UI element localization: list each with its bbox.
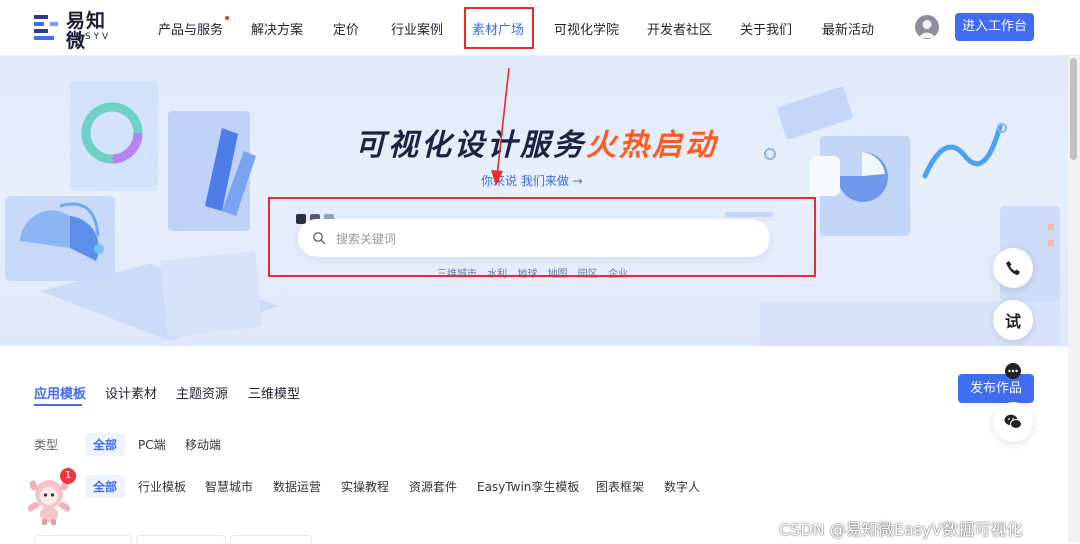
category-option-chart-frames[interactable]: 图表框架 bbox=[596, 478, 644, 495]
logo-text-cn: 易知微 bbox=[66, 10, 107, 52]
type-option-all[interactable]: 全部 bbox=[85, 433, 126, 456]
trial-label: 试 bbox=[1004, 312, 1021, 331]
logo-text-en: EASYV bbox=[67, 32, 112, 42]
nav-events[interactable]: 最新活动 bbox=[822, 19, 874, 38]
hero-title-main: 可视化设计服务 bbox=[355, 128, 586, 163]
category-option-data-ops[interactable]: 数据运营 bbox=[273, 478, 321, 495]
enter-workspace-button[interactable]: 进入工作台 bbox=[955, 13, 1034, 41]
nav-academy[interactable]: 可视化学院 bbox=[554, 19, 619, 38]
nav-cases[interactable]: 行业案例 bbox=[391, 19, 443, 38]
logo[interactable]: 易知微 EASYV bbox=[33, 11, 118, 51]
category-option-digital-human[interactable]: 数字人 bbox=[664, 478, 700, 495]
category-option-tutorials[interactable]: 实操教程 bbox=[341, 478, 389, 495]
notification-badge: 1 bbox=[60, 468, 76, 484]
active-tab-underline bbox=[34, 404, 82, 406]
category-option-resource-kits[interactable]: 资源套件 bbox=[409, 478, 457, 495]
tab-theme-resources[interactable]: 主题资源 bbox=[176, 383, 228, 402]
hero-title: 可视化设计服务火热启动 bbox=[355, 120, 718, 164]
nav-pricing[interactable]: 定价 bbox=[333, 19, 359, 38]
trial-button[interactable]: 试 bbox=[993, 300, 1033, 340]
nav-about[interactable]: 关于我们 bbox=[740, 19, 792, 38]
type-option-mobile[interactable]: 移动端 bbox=[185, 436, 221, 453]
phone-icon bbox=[1006, 261, 1020, 275]
type-option-pc[interactable]: PC端 bbox=[138, 436, 166, 453]
category-option-industry[interactable]: 行业模板 bbox=[138, 478, 186, 495]
nav-highlight-box bbox=[464, 7, 534, 49]
chat-button[interactable] bbox=[993, 351, 1033, 391]
tab-design-materials[interactable]: 设计素材 bbox=[105, 383, 157, 402]
top-header: 易知微 EASYV 产品与服务 解决方案 定价 行业案例 素材广场 可视化学院 … bbox=[0, 0, 1080, 56]
scrollbar-thumb[interactable] bbox=[1070, 58, 1077, 160]
category-option-easytwin[interactable]: EasyTwin孪生模板 bbox=[477, 478, 579, 495]
nav-products-label: 产品与服务 bbox=[158, 23, 224, 38]
hero-title-hot: 火热启动 bbox=[586, 128, 718, 163]
phone-contact-button[interactable] bbox=[993, 248, 1033, 288]
category-option-all[interactable]: 全部 bbox=[85, 475, 126, 498]
nav-products[interactable]: 产品与服务 bbox=[158, 16, 230, 38]
category-option-smart-city[interactable]: 智慧城市 bbox=[205, 478, 253, 495]
nav-solutions[interactable]: 解决方案 bbox=[251, 19, 303, 38]
type-filter-label: 类型 bbox=[34, 438, 59, 452]
nav-developer-community[interactable]: 开发者社区 bbox=[647, 19, 712, 38]
new-dot bbox=[225, 16, 230, 20]
tab-3d-models[interactable]: 三维模型 bbox=[248, 383, 300, 402]
wechat-button[interactable] bbox=[993, 402, 1033, 442]
search-highlight-box bbox=[268, 197, 816, 277]
page-scrollbar[interactable] bbox=[1068, 56, 1080, 543]
wechat-icon bbox=[1004, 414, 1022, 429]
watermark: CSDN @易知微EasyV数据可视化 bbox=[779, 520, 1023, 539]
avatar-icon[interactable] bbox=[915, 15, 939, 39]
chat-icon bbox=[1005, 363, 1021, 379]
logo-mark-icon bbox=[34, 15, 58, 40]
hero-subtitle-link[interactable]: 你来说 我们来做 → bbox=[481, 172, 583, 189]
tab-app-templates[interactable]: 应用模板 bbox=[34, 383, 86, 402]
